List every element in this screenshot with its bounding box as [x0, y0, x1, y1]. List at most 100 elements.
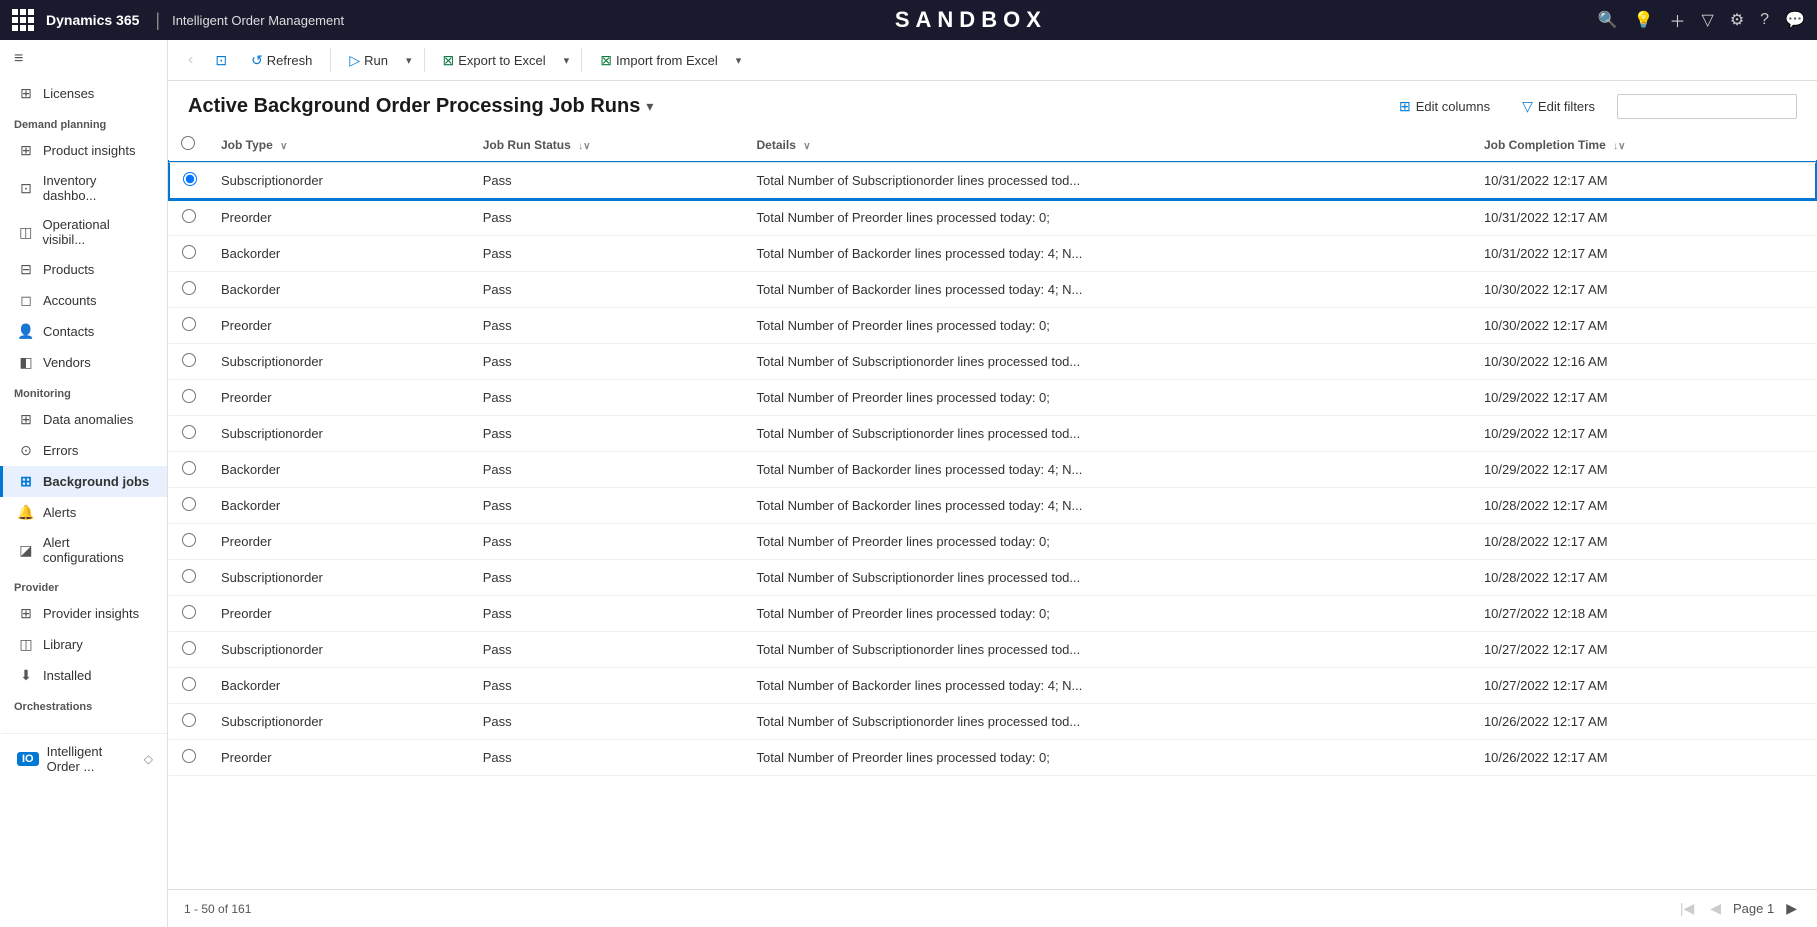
- row-checkbox[interactable]: [182, 389, 196, 403]
- completion-time-cell: 10/29/2022 12:17 AM: [1472, 380, 1816, 416]
- row-checkbox[interactable]: [182, 749, 196, 763]
- iom-diamond-icon: ◇: [144, 752, 153, 766]
- job-run-status-cell: Pass: [471, 380, 745, 416]
- completion-time-cell: 10/27/2022 12:17 AM: [1472, 668, 1816, 704]
- row-checkbox[interactable]: [182, 461, 196, 475]
- help-icon[interactable]: ?: [1760, 11, 1769, 29]
- row-checkbox[interactable]: [182, 713, 196, 727]
- details-sort-icon[interactable]: ∨: [803, 141, 810, 152]
- sidebar-item-alerts[interactable]: 🔔 Alerts: [0, 497, 167, 528]
- edit-filters-button[interactable]: ▽ Edit filters: [1512, 93, 1605, 120]
- filter-icon[interactable]: ▽: [1702, 10, 1714, 30]
- sidebar-item-products[interactable]: ⊟ Products: [0, 254, 167, 285]
- job-type-cell: Preorder: [209, 199, 471, 236]
- licenses-icon: ⊞: [17, 85, 35, 102]
- row-select-cell: [169, 272, 209, 308]
- import-excel-button[interactable]: ⊠ Import from Excel: [590, 47, 728, 74]
- sidebar-item-provider-insights[interactable]: ⊞ Provider insights: [0, 598, 167, 629]
- job-run-status-sort-icon[interactable]: ↓∨: [578, 141, 590, 152]
- sidebar-item-label: Alert configurations: [43, 535, 153, 565]
- job-type-sort-icon[interactable]: ∨: [280, 141, 287, 152]
- sidebar-item-errors[interactable]: ⊙ Errors: [0, 435, 167, 466]
- row-checkbox[interactable]: [182, 641, 196, 655]
- lightbulb-icon[interactable]: 💡: [1634, 10, 1654, 30]
- sidebar-item-alert-configurations[interactable]: ◪ Alert configurations: [0, 528, 167, 572]
- page-title-chevron-icon[interactable]: ▾: [646, 98, 653, 115]
- completion-time-sort-icon[interactable]: ↓∨: [1613, 141, 1625, 152]
- sidebar-item-library[interactable]: ◫ Library: [0, 629, 167, 660]
- row-checkbox[interactable]: [182, 209, 196, 223]
- sidebar-item-product-insights[interactable]: ⊞ Product insights: [0, 135, 167, 166]
- sidebar-item-contacts[interactable]: 👤 Contacts: [0, 316, 167, 347]
- search-input[interactable]: [1617, 94, 1797, 119]
- chat-icon[interactable]: 💬: [1785, 10, 1805, 30]
- iom-badge: IO: [17, 752, 39, 766]
- completion-time-cell: 10/26/2022 12:17 AM: [1472, 740, 1816, 776]
- row-checkbox[interactable]: [182, 605, 196, 619]
- sidebar-item-data-anomalies[interactable]: ⊞ Data anomalies: [0, 404, 167, 435]
- next-page-button[interactable]: ▶: [1782, 896, 1801, 921]
- job-run-status-cell: Pass: [471, 560, 745, 596]
- details-cell: Total Number of Backorder lines processe…: [745, 488, 1472, 524]
- row-checkbox[interactable]: [182, 533, 196, 547]
- row-checkbox[interactable]: [182, 281, 196, 295]
- row-checkbox[interactable]: [182, 317, 196, 331]
- table-row: SubscriptionorderPassTotal Number of Sub…: [169, 416, 1816, 452]
- row-checkbox[interactable]: [182, 677, 196, 691]
- sidebar-item-vendors[interactable]: ◧ Vendors: [0, 347, 167, 378]
- refresh-button[interactable]: ↺ Refresh: [241, 47, 322, 74]
- job-run-status-cell: Pass: [471, 632, 745, 668]
- details-column-header[interactable]: Details ∨: [745, 128, 1472, 162]
- edit-columns-button[interactable]: ⊞ Edit columns: [1389, 93, 1500, 120]
- sidebar-iom-label: Intelligent Order ...: [47, 744, 136, 774]
- row-checkbox[interactable]: [182, 425, 196, 439]
- completion-time-cell: 10/30/2022 12:17 AM: [1472, 272, 1816, 308]
- import-label: Import from Excel: [616, 53, 718, 68]
- sidebar-item-accounts[interactable]: ◻ Accounts: [0, 285, 167, 316]
- row-checkbox[interactable]: [182, 497, 196, 511]
- sidebar-hamburger[interactable]: ≡: [0, 40, 167, 78]
- completion-time-cell: 10/27/2022 12:17 AM: [1472, 632, 1816, 668]
- job-type-column-header[interactable]: Job Type ∨: [209, 128, 471, 162]
- row-checkbox[interactable]: [183, 172, 197, 186]
- row-select-cell: [169, 308, 209, 344]
- job-run-status-cell: Pass: [471, 272, 745, 308]
- job-run-status-cell: Pass: [471, 162, 745, 199]
- sidebar-item-installed[interactable]: ⬇ Installed: [0, 660, 167, 691]
- run-button[interactable]: ▷ Run: [339, 47, 398, 74]
- settings-icon[interactable]: ⚙: [1730, 10, 1744, 30]
- row-select-cell: [169, 344, 209, 380]
- completion-time-cell: 10/30/2022 12:16 AM: [1472, 344, 1816, 380]
- details-cell: Total Number of Preorder lines processed…: [745, 199, 1472, 236]
- row-select-cell: [169, 488, 209, 524]
- search-icon[interactable]: 🔍: [1598, 10, 1618, 30]
- import-dropdown-button[interactable]: ▾: [732, 49, 746, 72]
- plus-icon[interactable]: ＋: [1670, 8, 1686, 32]
- row-checkbox[interactable]: [182, 569, 196, 583]
- row-select-cell: [169, 524, 209, 560]
- row-checkbox[interactable]: [182, 353, 196, 367]
- run-dropdown-button[interactable]: ▾: [402, 49, 416, 72]
- first-page-button[interactable]: |◀: [1676, 896, 1698, 921]
- sidebar-item-background-jobs[interactable]: ⊞ Background jobs: [0, 466, 167, 497]
- details-cell: Total Number of Preorder lines processed…: [745, 524, 1472, 560]
- sidebar-item-iom[interactable]: IO Intelligent Order ... ◇: [0, 733, 167, 781]
- job-run-status-column-header[interactable]: Job Run Status ↓∨: [471, 128, 745, 162]
- job-type-cell: Preorder: [209, 740, 471, 776]
- export-dropdown-button[interactable]: ▾: [560, 49, 574, 72]
- job-run-status-cell: Pass: [471, 596, 745, 632]
- export-excel-button[interactable]: ⊠ Export to Excel: [433, 47, 556, 74]
- prev-page-button[interactable]: ◀: [1706, 896, 1725, 921]
- row-select-cell: [169, 596, 209, 632]
- sidebar-item-inventory-dashboard[interactable]: ⊡ Inventory dashbo...: [0, 166, 167, 210]
- sidebar-item-label: Vendors: [43, 355, 91, 370]
- back-button[interactable]: ‹: [180, 46, 201, 74]
- sidebar-item-operational-visibility[interactable]: ◫ Operational visibil...: [0, 210, 167, 254]
- job-completion-time-column-header[interactable]: Job Completion Time ↓∨: [1472, 128, 1816, 162]
- table-row: BackorderPassTotal Number of Backorder l…: [169, 236, 1816, 272]
- row-checkbox[interactable]: [182, 245, 196, 259]
- details-cell: Total Number of Subscriptionorder lines …: [745, 560, 1472, 596]
- waffle-menu[interactable]: [12, 9, 34, 31]
- select-all-checkbox[interactable]: [181, 136, 195, 150]
- sidebar-item-licenses[interactable]: ⊞ Licenses: [0, 78, 167, 109]
